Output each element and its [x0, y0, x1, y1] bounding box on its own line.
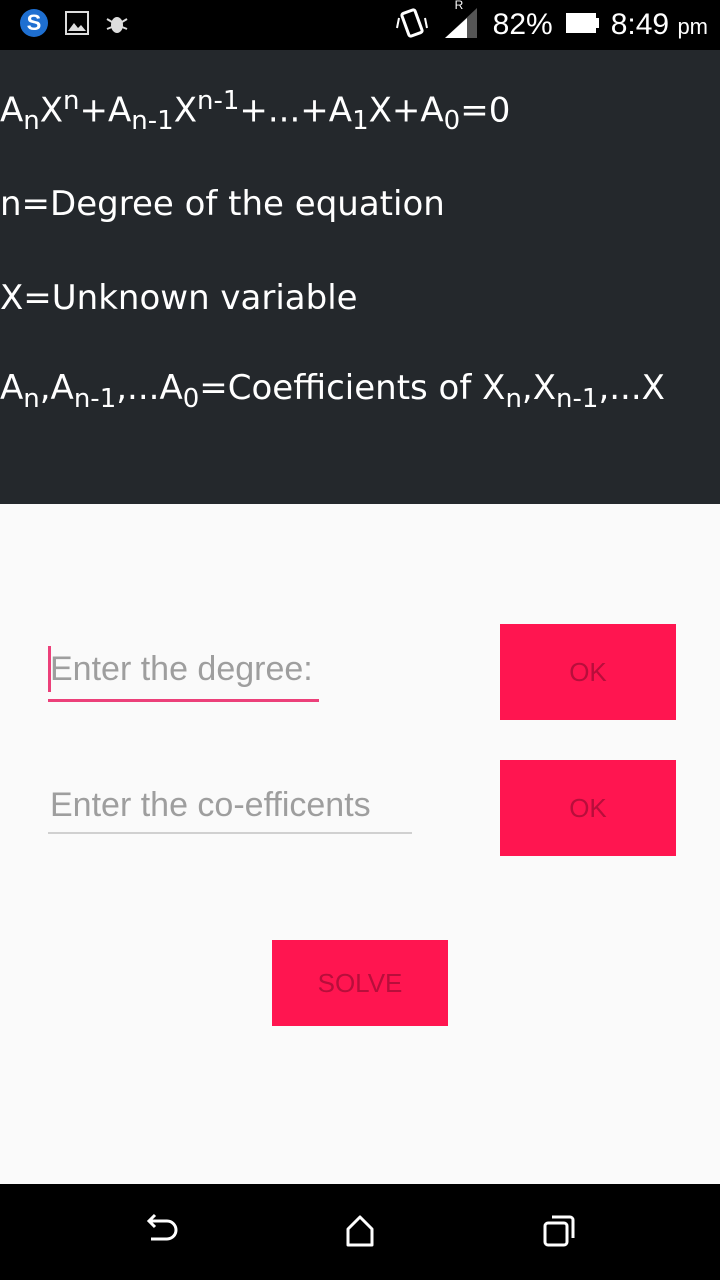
- gallery-icon: [64, 10, 90, 40]
- status-notifications: S: [18, 6, 130, 44]
- roaming-indicator: R: [454, 0, 464, 12]
- degree-ok-button[interactable]: OK: [500, 624, 676, 720]
- text-cursor: [48, 646, 51, 692]
- coefficients-input[interactable]: [48, 780, 416, 830]
- recents-button[interactable]: [534, 1208, 584, 1258]
- svg-text:S: S: [27, 10, 42, 35]
- back-button[interactable]: [136, 1208, 186, 1258]
- solve-button[interactable]: SOLVE: [272, 940, 448, 1026]
- recents-icon: [539, 1211, 579, 1255]
- equation-line: AnXn+An-1Xn-1+...+A1X+A0=0: [0, 86, 511, 137]
- coefficients-description: An,An-1,...A0=Coefficients of Xn,Xn-1,..…: [0, 368, 665, 414]
- coefficients-underline: [48, 832, 412, 834]
- battery-icon: [565, 12, 599, 38]
- clock-ampm: pm: [677, 14, 708, 39]
- degree-input[interactable]: [48, 644, 323, 694]
- clock: 8:49 pm: [611, 8, 708, 42]
- coefficients-ok-button[interactable]: OK: [500, 760, 676, 856]
- status-system: R 82% 8:49 pm: [395, 0, 708, 46]
- degree-field-wrap: [48, 644, 323, 702]
- status-bar: S R 82% 8:49 pm: [0, 0, 720, 50]
- signal-icon: R: [441, 0, 481, 46]
- degree-underline: [48, 699, 319, 702]
- degree-description: n=Degree of the equation: [0, 184, 445, 224]
- coefficients-field-wrap: [48, 780, 416, 834]
- battery-percent: 82%: [492, 8, 553, 41]
- bug-icon: [104, 10, 130, 40]
- skype-icon: S: [18, 7, 50, 43]
- back-icon: [141, 1211, 181, 1255]
- home-icon: [340, 1211, 380, 1255]
- vibrate-icon: [395, 6, 429, 44]
- home-button[interactable]: [335, 1208, 385, 1258]
- form-area: OK OK SOLVE: [0, 504, 720, 1184]
- equation-header: AnXn+An-1Xn-1+...+A1X+A0=0 n=Degree of t…: [0, 50, 720, 504]
- navigation-bar: [0, 1184, 720, 1280]
- unknown-description: X=Unknown variable: [0, 278, 358, 318]
- clock-time: 8:49: [610, 8, 670, 41]
